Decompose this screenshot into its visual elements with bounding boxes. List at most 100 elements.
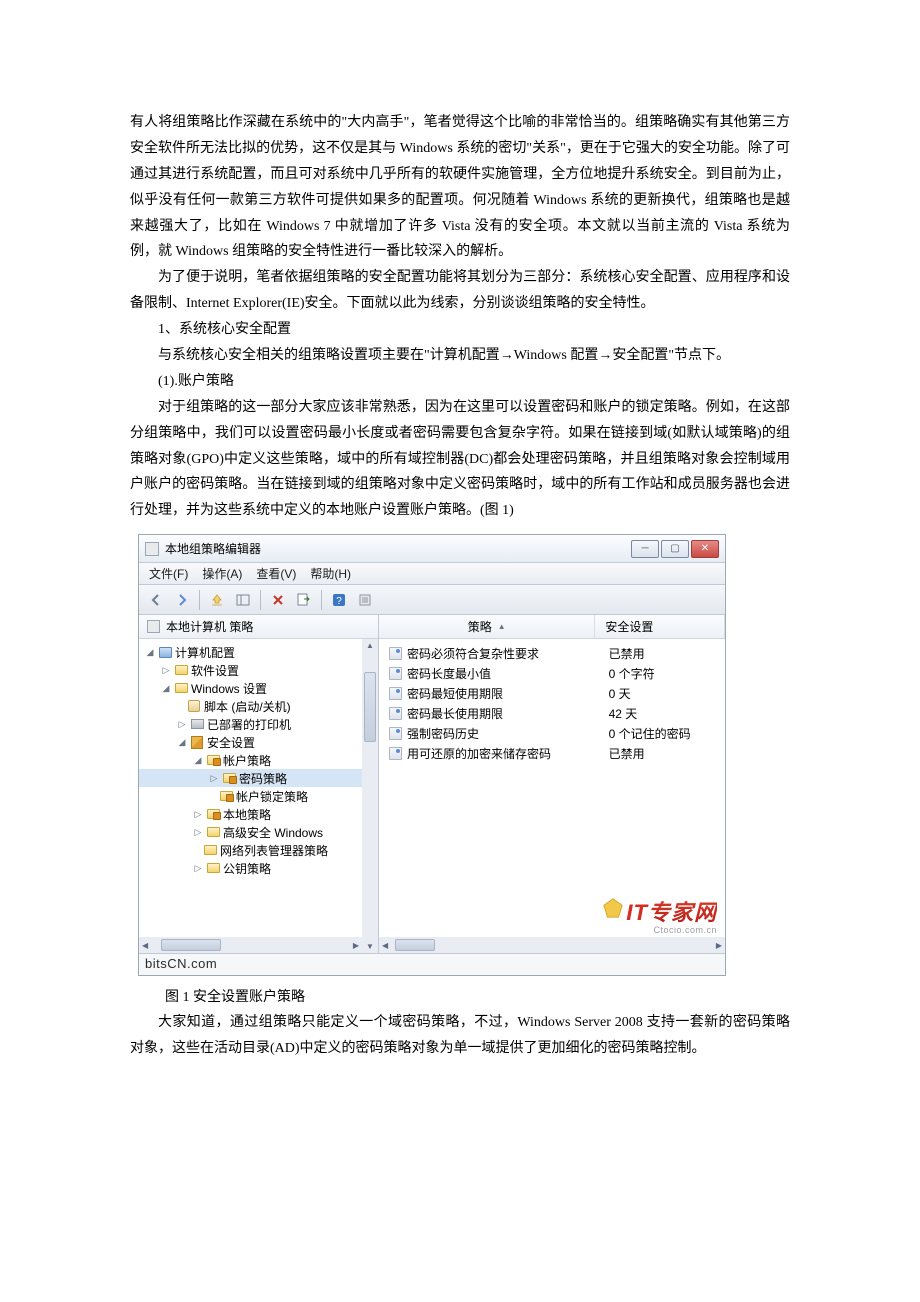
tree-panel: 本地计算机 策略 ◢计算机配置 ▷软件设置 ◢Windows 设置 脚本 (启动…: [139, 615, 379, 953]
cell-setting: 0 个记住的密码: [599, 725, 725, 742]
list-panel: 策略▲ 安全设置 密码必须符合复杂性要求已禁用 密码长度最小值0 个字符 密码最…: [379, 615, 725, 953]
back-button[interactable]: [145, 589, 167, 611]
list-row[interactable]: 强制密码历史 0 个记住的密码: [379, 723, 725, 743]
up-button[interactable]: [206, 589, 228, 611]
node-label: 本地策略: [223, 806, 271, 823]
node-label: Windows 设置: [191, 680, 267, 697]
list-row[interactable]: 用可还原的加密来储存密码 已禁用: [379, 743, 725, 763]
tree-node-windows-settings[interactable]: ◢Windows 设置: [139, 679, 378, 697]
tree-node-advanced-windows[interactable]: ▷高级安全 Windows: [139, 823, 378, 841]
delete-button[interactable]: [267, 589, 289, 611]
node-label: 网络列表管理器策略: [220, 842, 328, 859]
policy-item-icon: [389, 687, 402, 700]
cell-policy: 强制密码历史: [407, 725, 479, 742]
node-label: 帐户策略: [223, 752, 271, 769]
footer-brand: bitsCN.com: [139, 953, 725, 975]
paragraph: 大家知道，通过组策略只能定义一个域密码策略，不过，Windows Server …: [130, 1010, 790, 1062]
mmc-body: 本地计算机 策略 ◢计算机配置 ▷软件设置 ◢Windows 设置 脚本 (启动…: [139, 615, 725, 953]
menu-help[interactable]: 帮助(H): [310, 565, 351, 582]
cell-setting: 42 天: [599, 705, 725, 722]
tree-node-security-settings[interactable]: ◢安全设置: [139, 733, 378, 751]
list-row[interactable]: 密码最短使用期限 0 天: [379, 683, 725, 703]
node-label: 脚本 (启动/关机): [204, 698, 291, 715]
tree-node-network-list[interactable]: 网络列表管理器策略: [139, 841, 378, 859]
column-header-setting[interactable]: 安全设置: [595, 615, 725, 638]
tree-header[interactable]: 本地计算机 策略: [139, 615, 378, 639]
cell-setting: 已禁用: [599, 745, 725, 762]
cell-setting: 已禁用: [599, 645, 725, 662]
tree-scroll: ◢计算机配置 ▷软件设置 ◢Windows 设置 脚本 (启动/关机) ▷已部署…: [139, 639, 378, 953]
tree-node-account-policies[interactable]: ◢帐户策略: [139, 751, 378, 769]
tree-node-deployed-printers[interactable]: ▷已部署的打印机: [139, 715, 378, 733]
scrollbar-thumb[interactable]: [395, 939, 435, 951]
list-row[interactable]: 密码最长使用期限 42 天: [379, 703, 725, 723]
window-controls: ─ ▢ ✕: [631, 540, 719, 558]
cell-policy: 密码必须符合复杂性要求: [407, 645, 539, 662]
policy-item-icon: [389, 727, 402, 740]
maximize-button[interactable]: ▢: [661, 540, 689, 558]
cell-policy: 密码最短使用期限: [407, 685, 503, 702]
paragraph: 为了便于说明，笔者依据组策略的安全配置功能将其划分为三部分：系统核心安全配置、应…: [130, 265, 790, 317]
menubar: 文件(F) 操作(A) 查看(V) 帮助(H): [139, 563, 725, 585]
policy-item-icon: [389, 747, 402, 760]
node-label: 高级安全 Windows: [223, 824, 323, 841]
watermark-url: Ctocio.com.cn: [626, 925, 717, 935]
forward-button[interactable]: [171, 589, 193, 611]
cell-setting: 0 天: [599, 685, 725, 702]
vertical-scrollbar[interactable]: ▲ ▼: [362, 639, 378, 953]
list-body: 密码必须符合复杂性要求已禁用 密码长度最小值0 个字符 密码最短使用期限0 天 …: [379, 639, 725, 767]
policy-item-icon: [389, 647, 402, 660]
document-body: 有人将组策略比作深藏在系统中的"大内高手"，笔者觉得这个比喻的非常恰当的。组策略…: [0, 0, 920, 1122]
app-icon: [145, 542, 159, 556]
tree-node-computer-config[interactable]: ◢计算机配置: [139, 643, 378, 661]
menu-action[interactable]: 操作(A): [202, 565, 242, 582]
node-label: 公钥策略: [223, 860, 271, 877]
window-title: 本地组策略编辑器: [165, 540, 261, 557]
cell-policy: 密码长度最小值: [407, 665, 491, 682]
node-label: 密码策略: [239, 770, 287, 787]
horizontal-scrollbar[interactable]: ◀ ▶: [379, 937, 725, 953]
paragraph: 与系统核心安全相关的组策略设置项主要在"计算机配置→Windows 配置→安全配…: [130, 343, 790, 369]
column-header-policy[interactable]: 策略▲: [379, 615, 595, 638]
node-label: 已部署的打印机: [207, 716, 291, 733]
policy-item-icon: [389, 707, 402, 720]
watermark-logo-icon: [602, 897, 624, 919]
export-button[interactable]: [293, 589, 315, 611]
watermark: ITIT专家网专家网 Ctocio.com.cn: [626, 895, 717, 935]
paragraph: 有人将组策略比作深藏在系统中的"大内高手"，笔者觉得这个比喻的非常恰当的。组策略…: [130, 110, 790, 265]
tree-node-software-settings[interactable]: ▷软件设置: [139, 661, 378, 679]
scrollbar-thumb[interactable]: [161, 939, 221, 951]
node-label: 安全设置: [207, 734, 255, 751]
close-button[interactable]: ✕: [691, 540, 719, 558]
paragraph: 对于组策略的这一部分大家应该非常熟悉，因为在这里可以设置密码和账户的锁定策略。例…: [130, 395, 790, 524]
properties-button[interactable]: [354, 589, 376, 611]
menu-file[interactable]: 文件(F): [149, 565, 188, 582]
cell-policy: 用可还原的加密来储存密码: [407, 745, 551, 762]
list-row[interactable]: 密码必须符合复杂性要求 已禁用: [379, 643, 725, 663]
node-label: 软件设置: [191, 662, 239, 679]
list-header: 策略▲ 安全设置: [379, 615, 725, 639]
tree-node-lockout-policy[interactable]: 帐户锁定策略: [139, 787, 378, 805]
tree-node-local-policies[interactable]: ▷本地策略: [139, 805, 378, 823]
tree-node-password-policy[interactable]: ▷密码策略: [139, 769, 378, 787]
policy-icon: [147, 620, 160, 633]
menu-view[interactable]: 查看(V): [256, 565, 296, 582]
help-button[interactable]: ?: [328, 589, 350, 611]
tree-node-scripts[interactable]: 脚本 (启动/关机): [139, 697, 378, 715]
cell-policy: 密码最长使用期限: [407, 705, 503, 722]
horizontal-scrollbar[interactable]: ◀ ▶: [139, 937, 362, 953]
paragraph: 1、系统核心安全配置: [130, 317, 790, 343]
tree-node-public-key[interactable]: ▷公钥策略: [139, 859, 378, 877]
list-row[interactable]: 密码长度最小值 0 个字符: [379, 663, 725, 683]
figure-1: 本地组策略编辑器 ─ ▢ ✕ 文件(F) 操作(A) 查看(V) 帮助(H): [138, 534, 790, 976]
paragraph: (1).账户策略: [130, 369, 790, 395]
titlebar[interactable]: 本地组策略编辑器 ─ ▢ ✕: [139, 535, 725, 563]
minimize-button[interactable]: ─: [631, 540, 659, 558]
svg-text:?: ?: [336, 596, 342, 607]
sort-asc-icon: ▲: [498, 622, 506, 631]
cell-setting: 0 个字符: [599, 665, 725, 682]
toolbar: ?: [139, 585, 725, 615]
show-tree-button[interactable]: [232, 589, 254, 611]
scrollbar-thumb[interactable]: [364, 672, 376, 742]
node-label: 计算机配置: [175, 644, 235, 661]
